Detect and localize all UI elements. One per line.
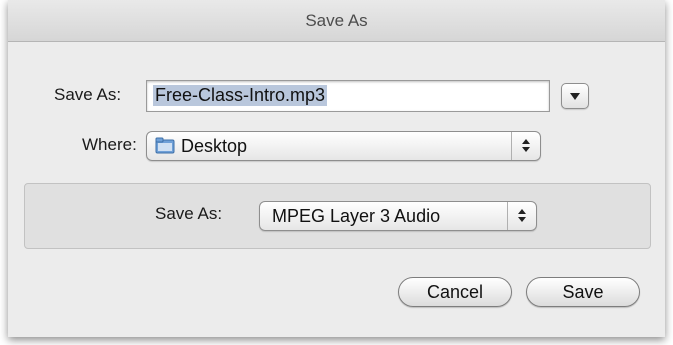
stepper-down-arrow-icon [518, 217, 526, 222]
stepper-up-arrow-icon [518, 209, 526, 214]
filename-value: Free-Class-Intro.mp3 [153, 85, 328, 106]
save-as-dialog: Save As Save As: Free-Class-Intro.mp3 Wh… [8, 0, 665, 337]
format-popup[interactable]: MPEG Layer 3 Audio [259, 201, 537, 231]
window-title: Save As [305, 11, 368, 30]
format-value: MPEG Layer 3 Audio [272, 206, 441, 226]
where-popup[interactable]: Desktop [146, 131, 541, 161]
where-label: Where: [82, 135, 137, 154]
where-value: Desktop [181, 136, 248, 156]
title-bar: Save As [8, 0, 665, 42]
stepper-down-arrow-icon [522, 147, 530, 152]
popup-stepper-icon [511, 132, 540, 160]
stepper-up-arrow-icon [522, 139, 530, 144]
folder-icon [155, 137, 175, 154]
format-stepper-icon [507, 202, 536, 230]
save-button[interactable]: Save [526, 277, 640, 307]
save-as-label: Save As: [54, 85, 122, 104]
filename-field[interactable]: Free-Class-Intro.mp3 [146, 80, 550, 112]
cancel-button[interactable]: Cancel [398, 277, 512, 307]
disclosure-triangle-icon [570, 93, 580, 100]
format-options-box: Save As: MPEG Layer 3 Audio [24, 183, 651, 249]
format-label: Save As: [155, 204, 223, 223]
expand-dialog-button[interactable] [561, 83, 589, 109]
